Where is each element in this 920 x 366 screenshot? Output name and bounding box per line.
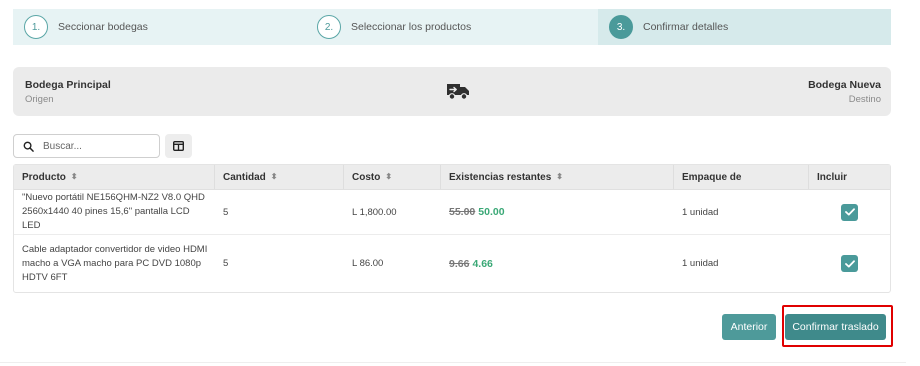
cost-value: L 86.00 xyxy=(352,258,384,269)
column-header-cost[interactable]: Costo ⬍ xyxy=(344,165,441,189)
step-3-label: Confirmar detalles xyxy=(643,21,729,33)
stock-after: 50.00 xyxy=(478,206,505,218)
stock-cell: 9.66 4.66 xyxy=(441,235,674,292)
column-header-label: Costo xyxy=(352,171,381,183)
search-input[interactable] xyxy=(43,140,143,152)
step-1-label: Seccionar bodegas xyxy=(58,21,148,33)
destination-name: Bodega Nueva xyxy=(808,79,881,91)
table-header: Producto ⬍ Cantidad ⬍ Costo ⬍ Existencias r… xyxy=(14,165,890,190)
column-header-label: Existencias restantes xyxy=(449,171,552,183)
step-2[interactable]: 2. Seleccionar los productos xyxy=(306,9,598,45)
check-icon xyxy=(844,208,855,216)
include-checkbox[interactable] xyxy=(841,203,858,221)
column-header-label: Empaque de xyxy=(682,171,742,183)
column-header-quantity[interactable]: Cantidad ⬍ xyxy=(215,165,344,189)
column-header-include: Incluir xyxy=(809,165,890,189)
package-value: 1 unidad xyxy=(682,258,719,269)
quantity-value: 5 xyxy=(223,206,229,218)
step-1-number: 1. xyxy=(24,15,48,39)
cost-value: L 1,800.00 xyxy=(352,206,397,218)
check-icon xyxy=(844,259,855,267)
column-header-label: Producto xyxy=(22,171,66,183)
columns-toggle-button[interactable] xyxy=(165,134,192,158)
transfer-summary: Bodega Principal Origen Bodega Nueva Des… xyxy=(13,67,891,116)
highlight-box xyxy=(782,305,893,347)
quantity-value: 5 xyxy=(223,258,229,269)
previous-button[interactable]: Anterior xyxy=(722,314,776,340)
include-checkbox[interactable] xyxy=(841,255,858,272)
origin-warehouse: Bodega Principal Origen xyxy=(25,79,111,105)
stepper: 1. Seccionar bodegas 2. Seleccionar los … xyxy=(13,9,891,45)
sort-icon[interactable]: ⬍ xyxy=(556,173,563,181)
sort-icon[interactable]: ⬍ xyxy=(71,173,78,181)
stock-cell: 55.00 50.00 xyxy=(441,190,674,234)
origin-label: Origen xyxy=(25,94,54,105)
stock-before: 9.66 xyxy=(449,257,470,270)
step-3-number: 3. xyxy=(609,15,633,39)
stock-before: 55.00 xyxy=(449,206,476,218)
search-box[interactable] xyxy=(13,134,160,158)
column-header-product[interactable]: Producto ⬍ xyxy=(14,165,215,189)
search-icon xyxy=(23,141,34,152)
sort-icon[interactable]: ⬍ xyxy=(271,173,278,181)
step-1[interactable]: 1. Seccionar bodegas xyxy=(13,9,306,45)
truck-arrow-icon xyxy=(447,84,469,100)
divider xyxy=(0,362,906,363)
step-2-number: 2. xyxy=(317,15,341,39)
product-name: Cable adaptador convertidor de video HDM… xyxy=(22,243,208,283)
product-name: "Nuevo portátil NE156QHM-NZ2 V8.0 QHD 25… xyxy=(22,192,205,231)
include-cell xyxy=(809,235,890,292)
destination-warehouse: Bodega Nueva Destino xyxy=(808,79,881,105)
stock-after: 4.66 xyxy=(472,257,493,270)
sort-icon[interactable]: ⬍ xyxy=(385,173,392,181)
column-header-package: Empaque de xyxy=(674,165,809,189)
step-2-label: Seleccionar los productos xyxy=(351,21,472,33)
column-header-label: Incluir xyxy=(817,171,848,183)
destination-label: Destino xyxy=(848,94,881,105)
column-header-label: Cantidad xyxy=(223,171,266,183)
origin-name: Bodega Principal xyxy=(25,79,111,91)
package-value: 1 unidad xyxy=(682,206,719,218)
table-row: "Nuevo portátil NE156QHM-NZ2 V8.0 QHD 25… xyxy=(14,190,890,235)
columns-icon xyxy=(173,141,184,151)
table-row: Cable adaptador convertidor de video HDM… xyxy=(14,235,890,292)
column-header-stock[interactable]: Existencias restantes ⬍ xyxy=(441,165,674,189)
products-table: Producto ⬍ Cantidad ⬍ Costo ⬍ Existencias r… xyxy=(13,164,891,293)
step-3[interactable]: 3. Confirmar detalles xyxy=(598,9,891,45)
include-cell xyxy=(809,190,890,234)
